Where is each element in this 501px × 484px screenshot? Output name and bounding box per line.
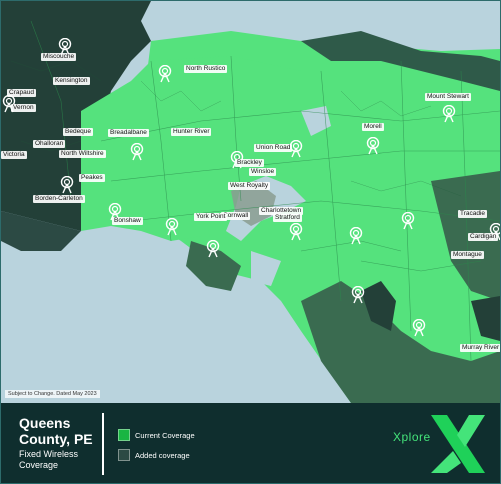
place-label: Morell [362,123,384,131]
place-label: Miscouche [41,53,77,61]
place-label: Crapaud [7,89,36,97]
tower-icon [59,176,75,194]
place-label: Tracadie [458,210,488,218]
place-label: Cardigan [468,233,499,241]
place-label: York Point [194,213,228,221]
place-label: Union Road [254,144,293,152]
place-label: Kensington [53,77,90,85]
tower-icon [365,137,381,155]
map-subtitle: Fixed Wireless Coverage [19,449,79,470]
place-label: Vernon [11,104,36,112]
tower-icon [441,105,457,123]
coverage-map[interactable]: North Rustico Kensington Crapaud Mount S… [1,1,500,403]
place-label: Winsloe [249,168,277,176]
map-frame: North Rustico Kensington Crapaud Mount S… [0,0,501,484]
legend-item-current: Current Coverage [118,429,195,441]
place-label: Breadalbane [108,129,149,137]
tower-icon [129,143,145,161]
place-label: Borden-Carleton [33,195,85,203]
place-label: Stratford [273,214,302,222]
tower-icon [350,286,366,304]
place-label: Bedeque [63,128,94,136]
legend-item-added: Added coverage [118,449,190,461]
tower-icon [400,212,416,230]
tower-icon [288,223,304,241]
place-label: Mount Stewart [425,93,471,101]
legend-label: Added coverage [135,450,190,460]
legend-swatch-current [118,429,130,441]
place-label: West Royalty [228,182,271,190]
place-label: North Rustico [184,65,228,73]
legend-footer: Queens County, PE Fixed Wireless Coverag… [1,403,500,483]
place-label: Brackley [235,159,264,167]
place-label: Ohalloran [33,140,66,148]
legend-swatch-added [118,449,130,461]
footer-divider [102,413,104,475]
tower-icon [157,65,173,83]
place-label: North Wiltshire [59,150,106,158]
legend-label: Current Coverage [135,430,195,440]
brand-x-logo [427,413,489,475]
tower-icon [164,218,180,236]
place-label: Bonshaw [112,217,143,225]
place-label: Victoria [1,151,27,159]
tower-icon [205,240,221,258]
map-title: Queens County, PE [19,415,93,447]
disclaimer-text: Subject to Change. Dated May 2023 [5,390,100,398]
place-label: Montague [451,251,484,259]
place-label: Murray River [460,344,500,352]
place-label: Hunter River [171,128,212,136]
tower-icon [411,319,427,337]
brand-wordmark: Xplore [393,430,431,444]
place-label: Peakes [79,174,105,182]
tower-icon [348,227,364,245]
